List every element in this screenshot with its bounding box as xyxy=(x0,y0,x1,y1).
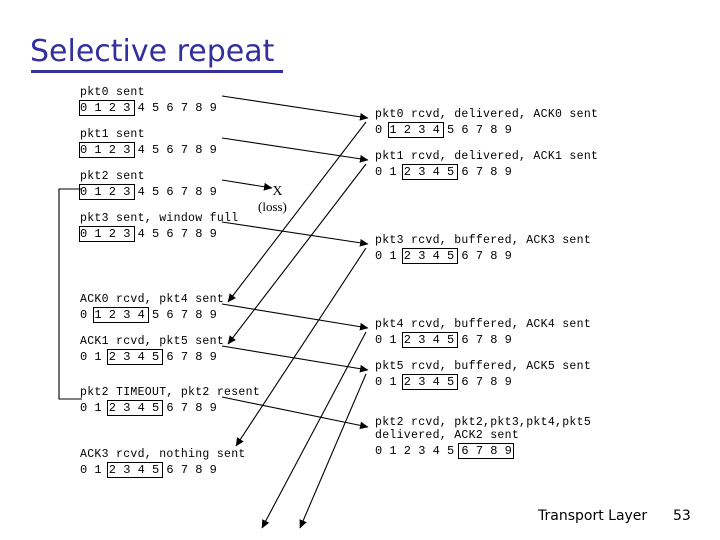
sequence-number-row: 0 1 2 3 4 5 6 7 8 9 xyxy=(80,400,260,417)
receiver-event-pkt4-rcvd-buffered: pkt4 rcvd, buffered, ACK4 sent 0 1 2 3 4 … xyxy=(375,318,591,349)
event-caption: pkt1 rcvd, delivered, ACK1 sent xyxy=(375,150,599,163)
footer-section-label: Transport Layer xyxy=(538,508,648,524)
sequence-number-row: 0 1 2 3 4 5 6 7 8 9 xyxy=(375,332,591,349)
sequence-number-row: 0 1 2 3 4 5 6 7 8 9 xyxy=(375,248,591,265)
event-caption: ACK3 rcvd, nothing sent xyxy=(80,448,246,461)
send-window-box xyxy=(79,100,135,116)
event-caption: ACK1 rcvd, pkt5 sent xyxy=(80,335,225,348)
sender-event-ack1-rcvd-pkt5-sent: ACK1 rcvd, pkt5 sent 0 1 2 3 4 5 6 7 8 9 xyxy=(80,335,224,366)
event-caption: pkt0 rcvd, delivered, ACK0 sent xyxy=(375,108,599,121)
send-window-box xyxy=(79,184,135,200)
sender-event-ack0-rcvd-pkt4-sent: ACK0 rcvd, pkt4 sent 0 1 2 3 4 5 6 7 8 9 xyxy=(80,293,224,324)
send-window-box xyxy=(402,248,458,264)
send-window-box xyxy=(93,307,149,323)
pkt5-data-arrow xyxy=(221,345,369,373)
loss-x-icon: X xyxy=(272,184,283,199)
slide-canvas: Selective repeat X (loss) pkt0 sent 0 1 … xyxy=(0,0,720,540)
receiver-event-pkt1-rcvd-delivered: pkt1 rcvd, delivered, ACK1 sent 0 1 2 3 4… xyxy=(375,150,598,181)
sequence-number-row: 0 1 2 3 4 5 6 7 8 9 xyxy=(375,122,598,139)
send-window-box xyxy=(402,332,458,348)
sequence-number-row: 0 1 2 3 4 5 6 7 8 9 xyxy=(79,100,217,117)
send-window-box xyxy=(107,349,163,365)
timeout-bracket xyxy=(58,188,82,400)
ack4-arrow xyxy=(261,331,367,529)
sequence-number-row: 0 1 2 3 4 5 6 7 8 9 xyxy=(375,374,591,391)
sender-event-ack3-rcvd-nothing-sent: ACK3 rcvd, nothing sent 0 1 2 3 4 5 6 7 8… xyxy=(80,448,246,479)
pkt0-data-arrow xyxy=(221,95,369,121)
event-caption: pkt2 sent xyxy=(80,170,145,183)
sender-event-pkt0-sent: pkt0 sent 0 1 2 3 4 5 6 7 8 9 xyxy=(79,86,217,117)
event-caption: pkt5 rcvd, buffered, ACK5 sent xyxy=(375,360,592,373)
send-window-box xyxy=(458,443,514,459)
receiver-event-pkt3-rcvd-buffered: pkt3 rcvd, buffered, ACK3 sent 0 1 2 3 4 … xyxy=(375,234,591,265)
send-window-box xyxy=(388,122,444,138)
sender-event-pkt2-sent: pkt2 sent 0 1 2 3 4 5 6 7 8 9 xyxy=(79,170,217,201)
event-caption: pkt3 rcvd, buffered, ACK3 sent xyxy=(375,234,592,247)
ack1-arrow xyxy=(227,163,367,345)
pkt3-data-arrow xyxy=(221,221,369,247)
packet-loss-marker: X (loss) xyxy=(258,184,287,214)
sequence-number-row: 0 1 2 3 4 5 6 7 8 9 xyxy=(79,142,217,159)
event-caption: pkt4 rcvd, buffered, ACK4 sent xyxy=(375,318,592,331)
sequence-number-row: 0 1 2 3 4 5 6 7 8 9 xyxy=(79,184,217,201)
sequence-number-row: 0 1 2 3 4 5 6 7 8 9 xyxy=(375,443,591,460)
receiver-event-pkt5-rcvd-buffered: pkt5 rcvd, buffered, ACK5 sent 0 1 2 3 4 … xyxy=(375,360,591,391)
event-caption: pkt3 sent, window full xyxy=(80,212,239,225)
sender-event-pkt1-sent: pkt1 sent 0 1 2 3 4 5 6 7 8 9 xyxy=(79,128,217,159)
sender-event-pkt3-sent-window-full: pkt3 sent, window full 0 1 2 3 4 5 6 7 8 … xyxy=(79,212,239,243)
sequence-number-row: 0 1 2 3 4 5 6 7 8 9 xyxy=(80,307,224,324)
sequence-number-row: 0 1 2 3 4 5 6 7 8 9 xyxy=(375,164,598,181)
sequence-number-row: 0 1 2 3 4 5 6 7 8 9 xyxy=(79,226,238,243)
send-window-box xyxy=(107,462,163,478)
pkt1-data-arrow xyxy=(221,137,369,163)
event-caption: pkt2 rcvd, pkt2,pkt3,pkt4,pkt5 xyxy=(375,416,592,429)
event-caption: pkt1 sent xyxy=(80,128,145,141)
send-window-box xyxy=(402,374,458,390)
footer-page-number: 53 xyxy=(673,508,691,524)
send-window-box xyxy=(79,142,135,158)
loss-label-text: (loss) xyxy=(258,199,287,214)
receiver-event-pkt2-rcvd-delivered: pkt2 rcvd, pkt2,pkt3,pkt4,pkt5 delivered,… xyxy=(375,416,591,460)
title-underline xyxy=(31,70,283,73)
ack5-arrow xyxy=(299,373,367,529)
event-caption: pkt0 sent xyxy=(80,86,145,99)
event-caption: pkt2 TIMEOUT, pkt2 resent xyxy=(80,386,261,399)
receiver-event-pkt0-rcvd-delivered: pkt0 rcvd, delivered, ACK0 sent 0 1 2 3 4… xyxy=(375,108,598,139)
sequence-number-row: 0 1 2 3 4 5 6 7 8 9 xyxy=(80,462,246,479)
ack0-arrow xyxy=(227,121,367,303)
pkt4-data-arrow xyxy=(221,303,369,331)
send-window-box xyxy=(402,164,458,180)
event-caption-line2: delivered, ACK2 sent xyxy=(375,429,520,442)
event-caption: ACK0 rcvd, pkt4 sent xyxy=(80,293,225,306)
page-title: Selective repeat xyxy=(30,34,275,69)
sender-event-pkt2-timeout-resent: pkt2 TIMEOUT, pkt2 resent 0 1 2 3 4 5 6 7… xyxy=(80,386,260,417)
sequence-number-row: 0 1 2 3 4 5 6 7 8 9 xyxy=(80,349,224,366)
send-window-box xyxy=(107,400,163,416)
send-window-box xyxy=(79,226,135,242)
